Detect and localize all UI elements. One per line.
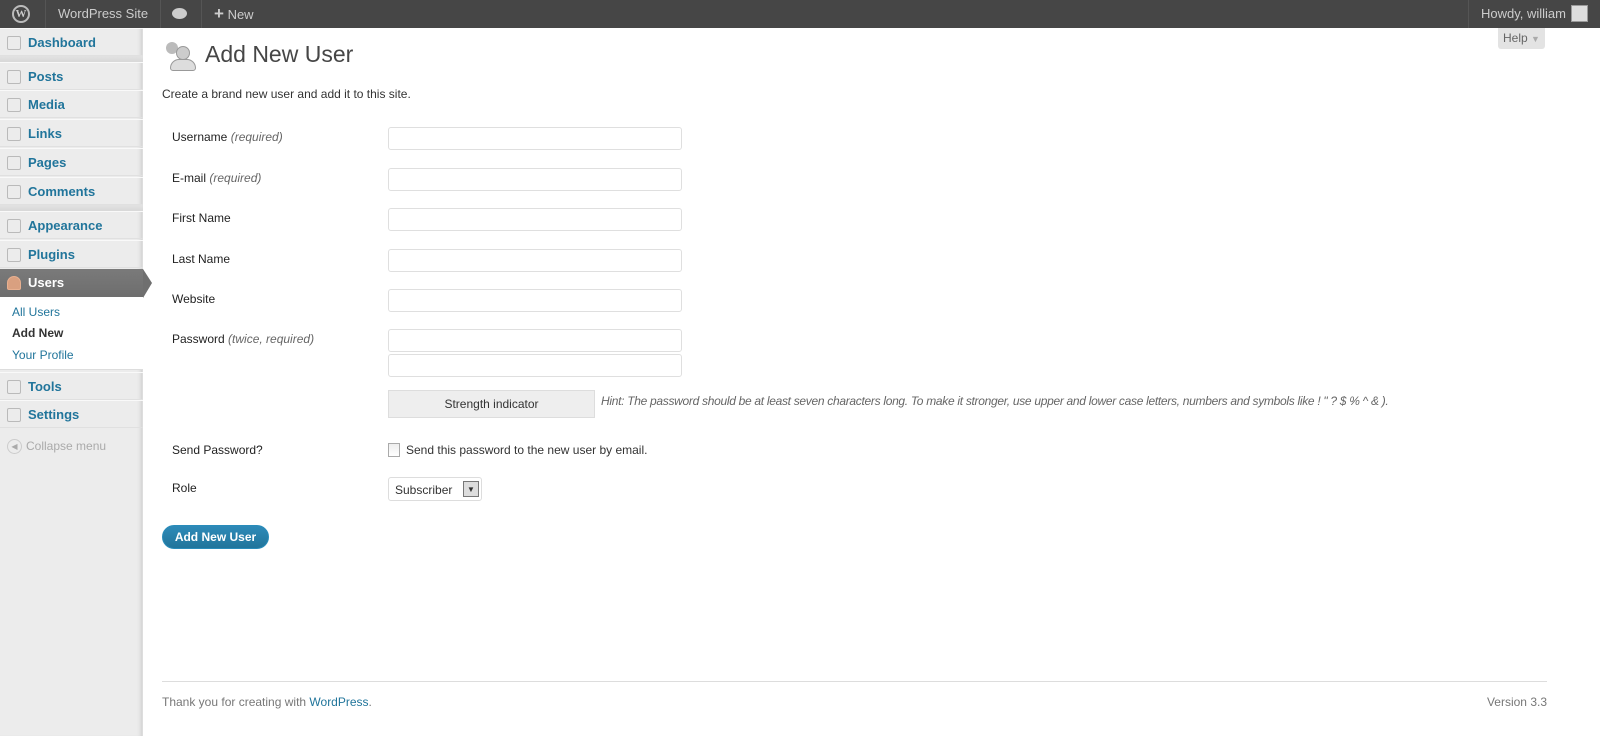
collapse-menu-button[interactable]: ◀ Collapse menu: [7, 439, 107, 455]
menu-label: Plugins: [28, 247, 75, 262]
dropdown-arrow-icon: ▼: [463, 481, 479, 497]
menu-pages[interactable]: Pages: [0, 148, 143, 176]
collapse-label: Collapse menu: [26, 439, 107, 453]
submenu-add-new[interactable]: Add New: [12, 326, 63, 340]
footer-thanks: Thank you for creating with WordPress.: [162, 695, 372, 709]
submenu-all-users[interactable]: All Users: [12, 305, 60, 319]
website-label: Website: [172, 292, 216, 306]
menu-appearance[interactable]: Appearance: [0, 211, 143, 239]
pin-icon: [7, 70, 21, 84]
page-title: Add New User: [205, 41, 354, 67]
menu-comments[interactable]: Comments: [0, 177, 143, 205]
pages-icon: [7, 156, 21, 170]
password-label: Password (twice, required): [172, 332, 315, 346]
plus-icon: +: [214, 4, 224, 23]
dropdown-arrow-icon: ▼: [1531, 34, 1540, 44]
menu-settings[interactable]: Settings: [0, 400, 143, 428]
users-submenu: All Users Add New Your Profile: [0, 297, 143, 370]
users-page-icon: [164, 40, 196, 72]
comments-icon[interactable]: [160, 0, 202, 28]
admin-menu: Dashboard Posts Media Links Pages Commen…: [0, 28, 152, 736]
menu-label: Comments: [28, 184, 96, 199]
link-icon: [7, 127, 21, 141]
users-icon: [7, 276, 21, 290]
settings-icon: [7, 408, 21, 422]
first-name-label: First Name: [172, 211, 231, 225]
menu-label: Dashboard: [28, 35, 96, 50]
menu-media[interactable]: Media: [0, 90, 143, 118]
menu-posts[interactable]: Posts: [0, 62, 143, 90]
house-icon: [7, 36, 21, 50]
my-account-menu[interactable]: Howdy, william: [1468, 0, 1600, 28]
menu-dashboard[interactable]: Dashboard: [0, 28, 143, 56]
email-input[interactable]: [388, 168, 682, 191]
send-password-checkbox[interactable]: [388, 443, 400, 457]
avatar: [1571, 5, 1588, 22]
appearance-icon: [7, 219, 21, 233]
wordpress-logo-icon[interactable]: W: [0, 0, 46, 28]
password-input[interactable]: [388, 329, 682, 352]
menu-label: Appearance: [28, 218, 103, 233]
send-password-label: Send Password?: [172, 443, 263, 457]
tools-icon: [7, 380, 21, 394]
first-name-input[interactable]: [388, 208, 682, 231]
menu-links[interactable]: Links: [0, 119, 143, 147]
submenu-your-profile[interactable]: Your Profile: [12, 348, 74, 362]
website-input[interactable]: [388, 289, 682, 312]
menu-plugins[interactable]: Plugins: [0, 240, 143, 268]
add-new-user-button[interactable]: Add New User: [162, 525, 269, 549]
howdy-text: Howdy, william: [1481, 6, 1566, 21]
admin-bar: W WordPress Site + New Howdy, william: [0, 0, 1600, 28]
menu-label: Links: [28, 126, 62, 141]
username-label: Username (required): [172, 130, 283, 144]
help-label: Help: [1503, 31, 1528, 45]
footer-divider: [162, 681, 1547, 682]
role-value: Subscriber: [395, 483, 453, 497]
intro-text: Create a brand new user and add it to th…: [162, 87, 411, 101]
menu-label: Tools: [28, 379, 62, 394]
comment-icon: [7, 185, 21, 199]
plug-icon: [7, 248, 21, 262]
menu-users[interactable]: Users: [0, 269, 152, 298]
role-select[interactable]: Subscriber ▼: [388, 477, 482, 501]
password-confirm-input[interactable]: [388, 354, 682, 377]
menu-label: Media: [28, 97, 65, 112]
email-label: E-mail (required): [172, 171, 262, 185]
collapse-arrow-icon: ◀: [7, 439, 22, 455]
media-icon: [7, 98, 21, 112]
menu-tools[interactable]: Tools: [0, 372, 143, 400]
new-content-button[interactable]: + New: [202, 0, 266, 28]
username-input[interactable]: [388, 127, 682, 150]
menu-label: Settings: [28, 407, 80, 422]
last-name-input[interactable]: [388, 249, 682, 272]
send-password-text: Send this password to the new user by em…: [406, 443, 648, 457]
new-label: New: [227, 7, 254, 22]
role-label: Role: [172, 481, 197, 495]
strength-indicator: Strength indicator: [388, 390, 595, 418]
menu-label: Posts: [28, 69, 64, 84]
footer-version: Version 3.3: [1486, 695, 1547, 709]
menu-label: Pages: [28, 155, 67, 170]
password-hint: Hint: The password should be at least se…: [601, 394, 1389, 408]
last-name-label: Last Name: [172, 252, 231, 266]
help-button[interactable]: Help ▼: [1498, 28, 1545, 49]
site-name-link[interactable]: WordPress Site: [46, 0, 162, 28]
wordpress-link[interactable]: WordPress: [309, 695, 368, 709]
menu-label: Users: [28, 275, 65, 290]
